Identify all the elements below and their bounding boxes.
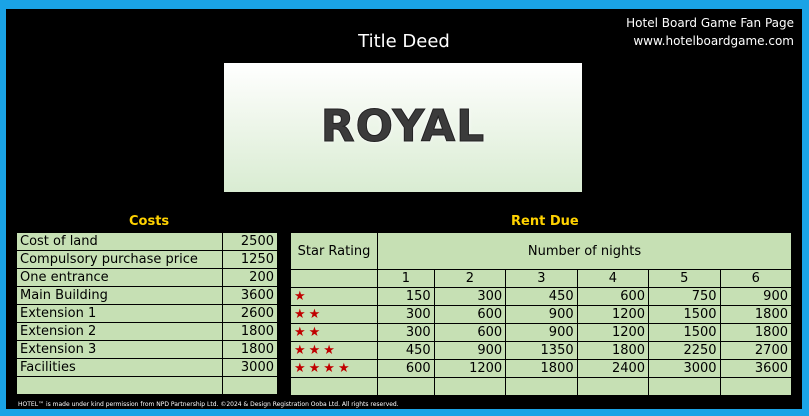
rent-value: 300 xyxy=(377,323,435,342)
table-row: Extension 1 2600 xyxy=(16,304,278,323)
hotel-name: ROYAL xyxy=(320,101,486,153)
cost-value: 200 xyxy=(222,268,278,287)
rent-value: 750 xyxy=(648,287,721,306)
rent-value: 1800 xyxy=(719,305,793,324)
empty-cell xyxy=(433,377,507,396)
rent-value: 1200 xyxy=(576,323,650,342)
rent-value: 2250 xyxy=(648,341,721,360)
cost-value: 2500 xyxy=(222,232,278,251)
card-title: Title Deed xyxy=(358,31,450,52)
cost-value: 2600 xyxy=(222,304,278,323)
table-row: ★★★★ 600 1200 1800 2400 3000 3600 xyxy=(290,359,793,378)
empty-cell xyxy=(16,376,223,395)
rent-value: 2700 xyxy=(719,341,793,360)
table-row: ★★★ 450 900 1350 1800 2250 2700 xyxy=(290,341,793,360)
table-row: ★★ 300 600 900 1200 1500 1800 xyxy=(290,323,793,342)
table-row: ★★ 300 600 900 1200 1500 1800 xyxy=(290,305,793,324)
rent-value: 600 xyxy=(433,323,507,342)
star-rating-icon: ★★ xyxy=(290,323,378,342)
rent-heading: Rent Due xyxy=(511,214,579,229)
empty-cell xyxy=(719,377,793,396)
rent-value: 1350 xyxy=(505,341,578,360)
cost-label: Facilities xyxy=(16,358,223,377)
rent-value: 1500 xyxy=(648,323,721,342)
cost-label: Cost of land xyxy=(16,232,223,251)
costs-heading: Costs xyxy=(129,214,170,229)
empty-cell xyxy=(290,269,378,288)
star-rating-icon: ★ xyxy=(290,287,378,306)
star-rating-icon: ★★★ xyxy=(290,341,378,360)
table-row: 1 2 3 4 5 6 xyxy=(290,269,793,288)
cost-label: Extension 2 xyxy=(16,322,223,341)
hotel-banner: ROYAL xyxy=(224,63,582,192)
table-row: Extension 2 1800 xyxy=(16,322,278,341)
empty-cell xyxy=(505,377,578,396)
table-row xyxy=(16,376,278,395)
cost-label: One entrance xyxy=(16,268,223,287)
cost-value: 3000 xyxy=(222,358,278,377)
rent-value: 1200 xyxy=(433,359,507,378)
night-label: 4 xyxy=(576,269,650,288)
rent-value: 1200 xyxy=(576,305,650,324)
empty-cell xyxy=(648,377,721,396)
rent-value: 900 xyxy=(719,287,793,306)
rent-value: 3000 xyxy=(648,359,721,378)
star-rating-icon: ★★ xyxy=(290,305,378,324)
rent-value: 1800 xyxy=(505,359,578,378)
rent-value: 900 xyxy=(505,305,578,324)
night-label: 2 xyxy=(433,269,507,288)
table-row: Compulsory purchase price 1250 xyxy=(16,250,278,269)
rent-value: 2400 xyxy=(576,359,650,378)
night-label: 5 xyxy=(648,269,721,288)
rent-value: 900 xyxy=(433,341,507,360)
table-row: One entrance 200 xyxy=(16,268,278,287)
empty-cell xyxy=(290,377,378,396)
rent-value: 1800 xyxy=(576,341,650,360)
cost-label: Main Building xyxy=(16,286,223,305)
cost-value: 3600 xyxy=(222,286,278,305)
rent-table: Star Rating Number of nights 1 2 3 4 5 6… xyxy=(290,232,793,396)
night-label: 6 xyxy=(719,269,793,288)
star-rating-icon: ★★★★ xyxy=(290,359,378,378)
rent-value: 600 xyxy=(433,305,507,324)
rent-value: 300 xyxy=(433,287,507,306)
rent-value: 150 xyxy=(377,287,435,306)
table-row: Extension 3 1800 xyxy=(16,340,278,359)
costs-table: Cost of land 2500 Compulsory purchase pr… xyxy=(16,232,278,395)
table-row: Cost of land 2500 xyxy=(16,232,278,251)
nights-header: Number of nights xyxy=(377,232,792,270)
night-label: 3 xyxy=(505,269,578,288)
rent-value: 450 xyxy=(377,341,435,360)
rent-value: 1800 xyxy=(719,323,793,342)
title-deed-card: Hotel Board Game Fan Page www.hotelboard… xyxy=(6,9,802,409)
cost-value: 1800 xyxy=(222,322,278,341)
cost-label: Extension 1 xyxy=(16,304,223,323)
empty-cell xyxy=(576,377,650,396)
table-row: Facilities 3000 xyxy=(16,358,278,377)
night-label: 1 xyxy=(377,269,435,288)
rent-value: 900 xyxy=(505,323,578,342)
table-row: Main Building 3600 xyxy=(16,286,278,305)
star-rating-header: Star Rating xyxy=(290,232,378,270)
cost-value: 1800 xyxy=(222,340,278,359)
table-row xyxy=(290,377,793,396)
rent-value: 600 xyxy=(576,287,650,306)
rent-value: 1500 xyxy=(648,305,721,324)
empty-cell xyxy=(377,377,435,396)
rent-value: 450 xyxy=(505,287,578,306)
cost-label: Compulsory purchase price xyxy=(16,250,223,269)
table-row: Star Rating Number of nights xyxy=(290,232,792,270)
rent-value: 300 xyxy=(377,305,435,324)
cost-value: 1250 xyxy=(222,250,278,269)
site-name: Hotel Board Game Fan Page xyxy=(626,16,794,30)
rent-value: 3600 xyxy=(719,359,793,378)
copyright-footer: HOTEL™ is made under kind permission fro… xyxy=(18,401,399,408)
rent-value: 600 xyxy=(377,359,435,378)
table-row: ★ 150 300 450 600 750 900 xyxy=(290,287,793,306)
empty-cell xyxy=(222,376,278,395)
cost-label: Extension 3 xyxy=(16,340,223,359)
